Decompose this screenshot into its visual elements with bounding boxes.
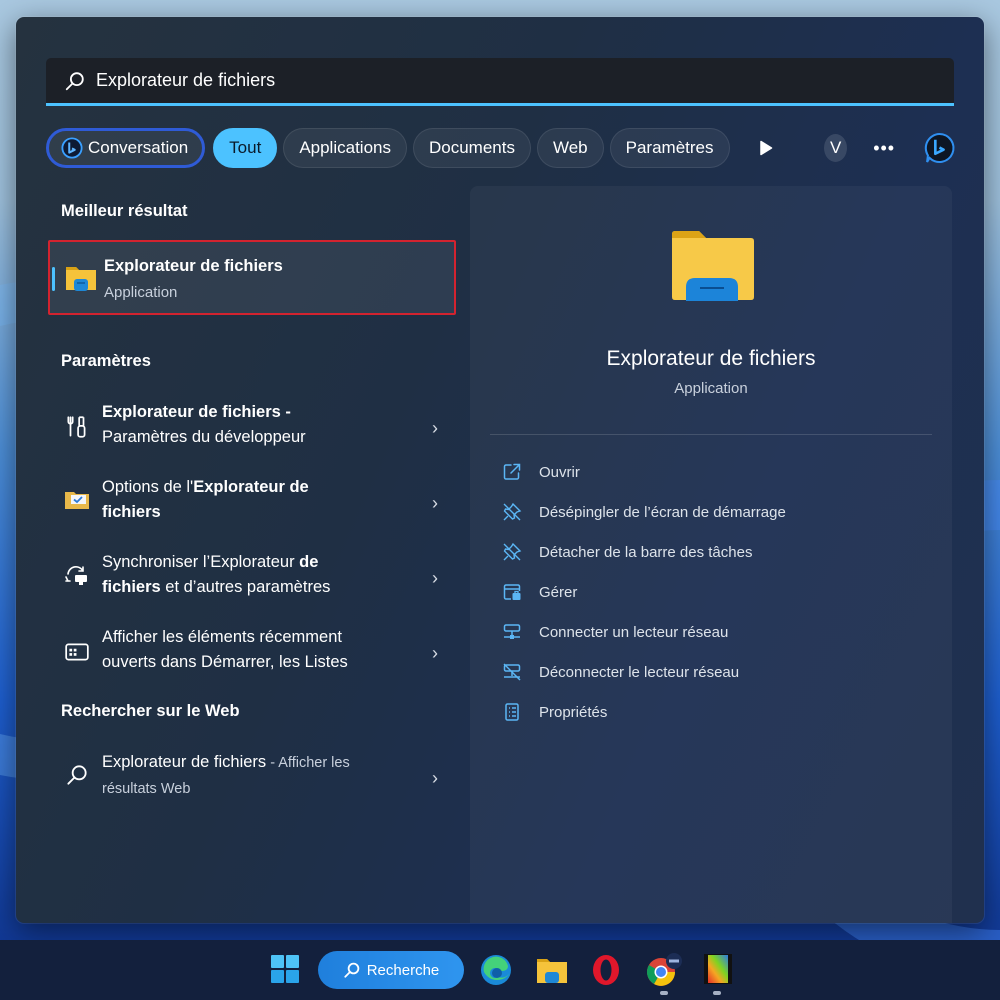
video-app-icon[interactable] bbox=[704, 954, 732, 984]
file-explorer-app-icon bbox=[672, 231, 754, 301]
settings-result-text: Explorateur de fichiers - Paramètres du d… bbox=[102, 403, 306, 446]
settings-heading: Paramètres bbox=[61, 352, 151, 370]
web-search-heading: Rechercher sur le Web bbox=[61, 702, 240, 720]
tab-label: Paramètres bbox=[625, 138, 714, 157]
folder-options-icon bbox=[65, 492, 89, 509]
chevron-right-icon: › bbox=[432, 768, 438, 788]
search-icon bbox=[344, 962, 359, 978]
tab-label: Tout bbox=[229, 138, 262, 157]
avatar-initial: V bbox=[830, 138, 842, 157]
best-match-item[interactable]: Explorateur de fichiers Application bbox=[48, 240, 456, 315]
action-label: Déconnecter le lecteur réseau bbox=[539, 663, 740, 681]
search-box[interactable] bbox=[46, 58, 954, 106]
disconnect-network-drive-icon bbox=[503, 663, 521, 681]
action-label: Désépingler de l’écran de démarrage bbox=[539, 503, 786, 521]
file-explorer-taskbar-icon[interactable] bbox=[536, 956, 568, 984]
settings-result-item[interactable]: Options de l'Explorateur de fichiers › bbox=[46, 475, 456, 539]
action-manage[interactable]: Gérer bbox=[502, 577, 577, 607]
edge-icon[interactable] bbox=[480, 954, 512, 986]
settings-result-text: Options de l'Explorateur de fichiers bbox=[102, 478, 309, 521]
search-panel: Conversation Tout Applications Documents… bbox=[16, 17, 984, 923]
more-icon: ••• bbox=[873, 137, 896, 158]
more-options-button[interactable]: ••• bbox=[873, 138, 895, 159]
search-input[interactable] bbox=[96, 70, 896, 91]
chevron-right-icon: › bbox=[432, 568, 438, 588]
unpin-taskbar-icon bbox=[503, 542, 522, 561]
settings-result-text: Synchroniser l’Explorateur de fichiers et… bbox=[102, 553, 331, 596]
web-result-text: Explorateur de fichiers - Afficher les ré… bbox=[102, 753, 350, 797]
chevron-right-icon: › bbox=[432, 418, 438, 438]
start-list-icon bbox=[65, 643, 89, 661]
conversation-label: Conversation bbox=[88, 138, 189, 157]
best-match-heading: Meilleur résultat bbox=[61, 202, 188, 220]
search-icon bbox=[67, 765, 87, 785]
action-unpin-taskbar[interactable]: Détacher de la barre des tâches bbox=[502, 537, 752, 567]
running-indicator bbox=[713, 991, 721, 995]
settings-result-item[interactable]: Afficher les éléments récemment ouverts d… bbox=[46, 625, 456, 689]
divider bbox=[490, 434, 932, 435]
sync-icon bbox=[65, 566, 87, 585]
action-unpin-start[interactable]: Désépingler de l’écran de démarrage bbox=[502, 497, 786, 527]
settings-result-item[interactable]: Synchroniser l’Explorateur de fichiers et… bbox=[46, 550, 456, 614]
settings-result-item[interactable]: Explorateur de fichiers - Paramètres du d… bbox=[46, 400, 456, 464]
account-avatar[interactable]: V bbox=[824, 134, 848, 162]
taskbar-search-label: Recherche bbox=[366, 961, 440, 979]
windows-start-icon[interactable] bbox=[270, 954, 300, 984]
more-filters-button[interactable] bbox=[754, 133, 779, 163]
tab-web[interactable]: Web bbox=[536, 128, 604, 168]
taskbar: Recherche bbox=[0, 940, 1000, 1000]
action-disconnect-network-drive[interactable]: Déconnecter le lecteur réseau bbox=[502, 657, 739, 687]
action-label: Ouvrir bbox=[539, 463, 580, 481]
tab-label: Documents bbox=[428, 138, 515, 157]
opera-icon[interactable] bbox=[591, 954, 621, 986]
tab-applications[interactable]: Applications bbox=[283, 128, 407, 168]
conversation-button[interactable]: Conversation bbox=[46, 128, 206, 168]
best-match-name: Explorateur de fichiers bbox=[104, 257, 283, 275]
bing-button[interactable] bbox=[923, 128, 956, 168]
web-result-item[interactable]: Explorateur de fichiers - Afficher les ré… bbox=[46, 750, 456, 814]
search-icon bbox=[65, 71, 84, 90]
developer-tools-icon bbox=[67, 416, 86, 438]
chrome-icon[interactable] bbox=[645, 952, 683, 988]
filter-bar: Conversation Tout Applications Documents… bbox=[46, 127, 956, 169]
action-label: Gérer bbox=[539, 583, 578, 601]
tab-settings[interactable]: Paramètres bbox=[609, 128, 730, 168]
action-map-network-drive[interactable]: Connecter un lecteur réseau bbox=[502, 617, 728, 647]
open-icon bbox=[503, 463, 521, 480]
unpin-icon bbox=[503, 502, 522, 521]
play-icon bbox=[760, 140, 773, 156]
selection-indicator bbox=[52, 267, 55, 291]
properties-icon bbox=[505, 703, 519, 721]
bing-chat-icon bbox=[61, 137, 83, 159]
action-label: Détacher de la barre des tâches bbox=[539, 543, 753, 561]
chevron-right-icon: › bbox=[432, 493, 438, 513]
best-match-type: Application bbox=[104, 284, 178, 301]
tab-label: Applications bbox=[299, 138, 391, 157]
chevron-right-icon: › bbox=[432, 643, 438, 663]
tab-all[interactable]: Tout bbox=[213, 128, 278, 168]
action-properties[interactable]: Propriétés bbox=[502, 697, 607, 727]
preview-subtitle: Application bbox=[674, 380, 748, 397]
action-open[interactable]: Ouvrir bbox=[502, 457, 580, 487]
preview-pane: Explorateur de fichiers Application Ouvr… bbox=[470, 186, 952, 923]
file-explorer-folder-icon bbox=[66, 267, 96, 291]
preview-title: Explorateur de fichiers bbox=[606, 347, 816, 370]
tab-label: Web bbox=[552, 138, 588, 157]
manage-icon bbox=[503, 584, 521, 600]
map-network-drive-icon bbox=[503, 624, 521, 639]
tab-documents[interactable]: Documents bbox=[412, 128, 531, 168]
action-label: Connecter un lecteur réseau bbox=[539, 623, 729, 641]
settings-result-text: Afficher les éléments récemment ouverts d… bbox=[102, 628, 348, 671]
running-indicator bbox=[660, 991, 668, 995]
taskbar-search-button[interactable]: Recherche bbox=[318, 951, 464, 989]
action-label: Propriétés bbox=[539, 703, 608, 721]
